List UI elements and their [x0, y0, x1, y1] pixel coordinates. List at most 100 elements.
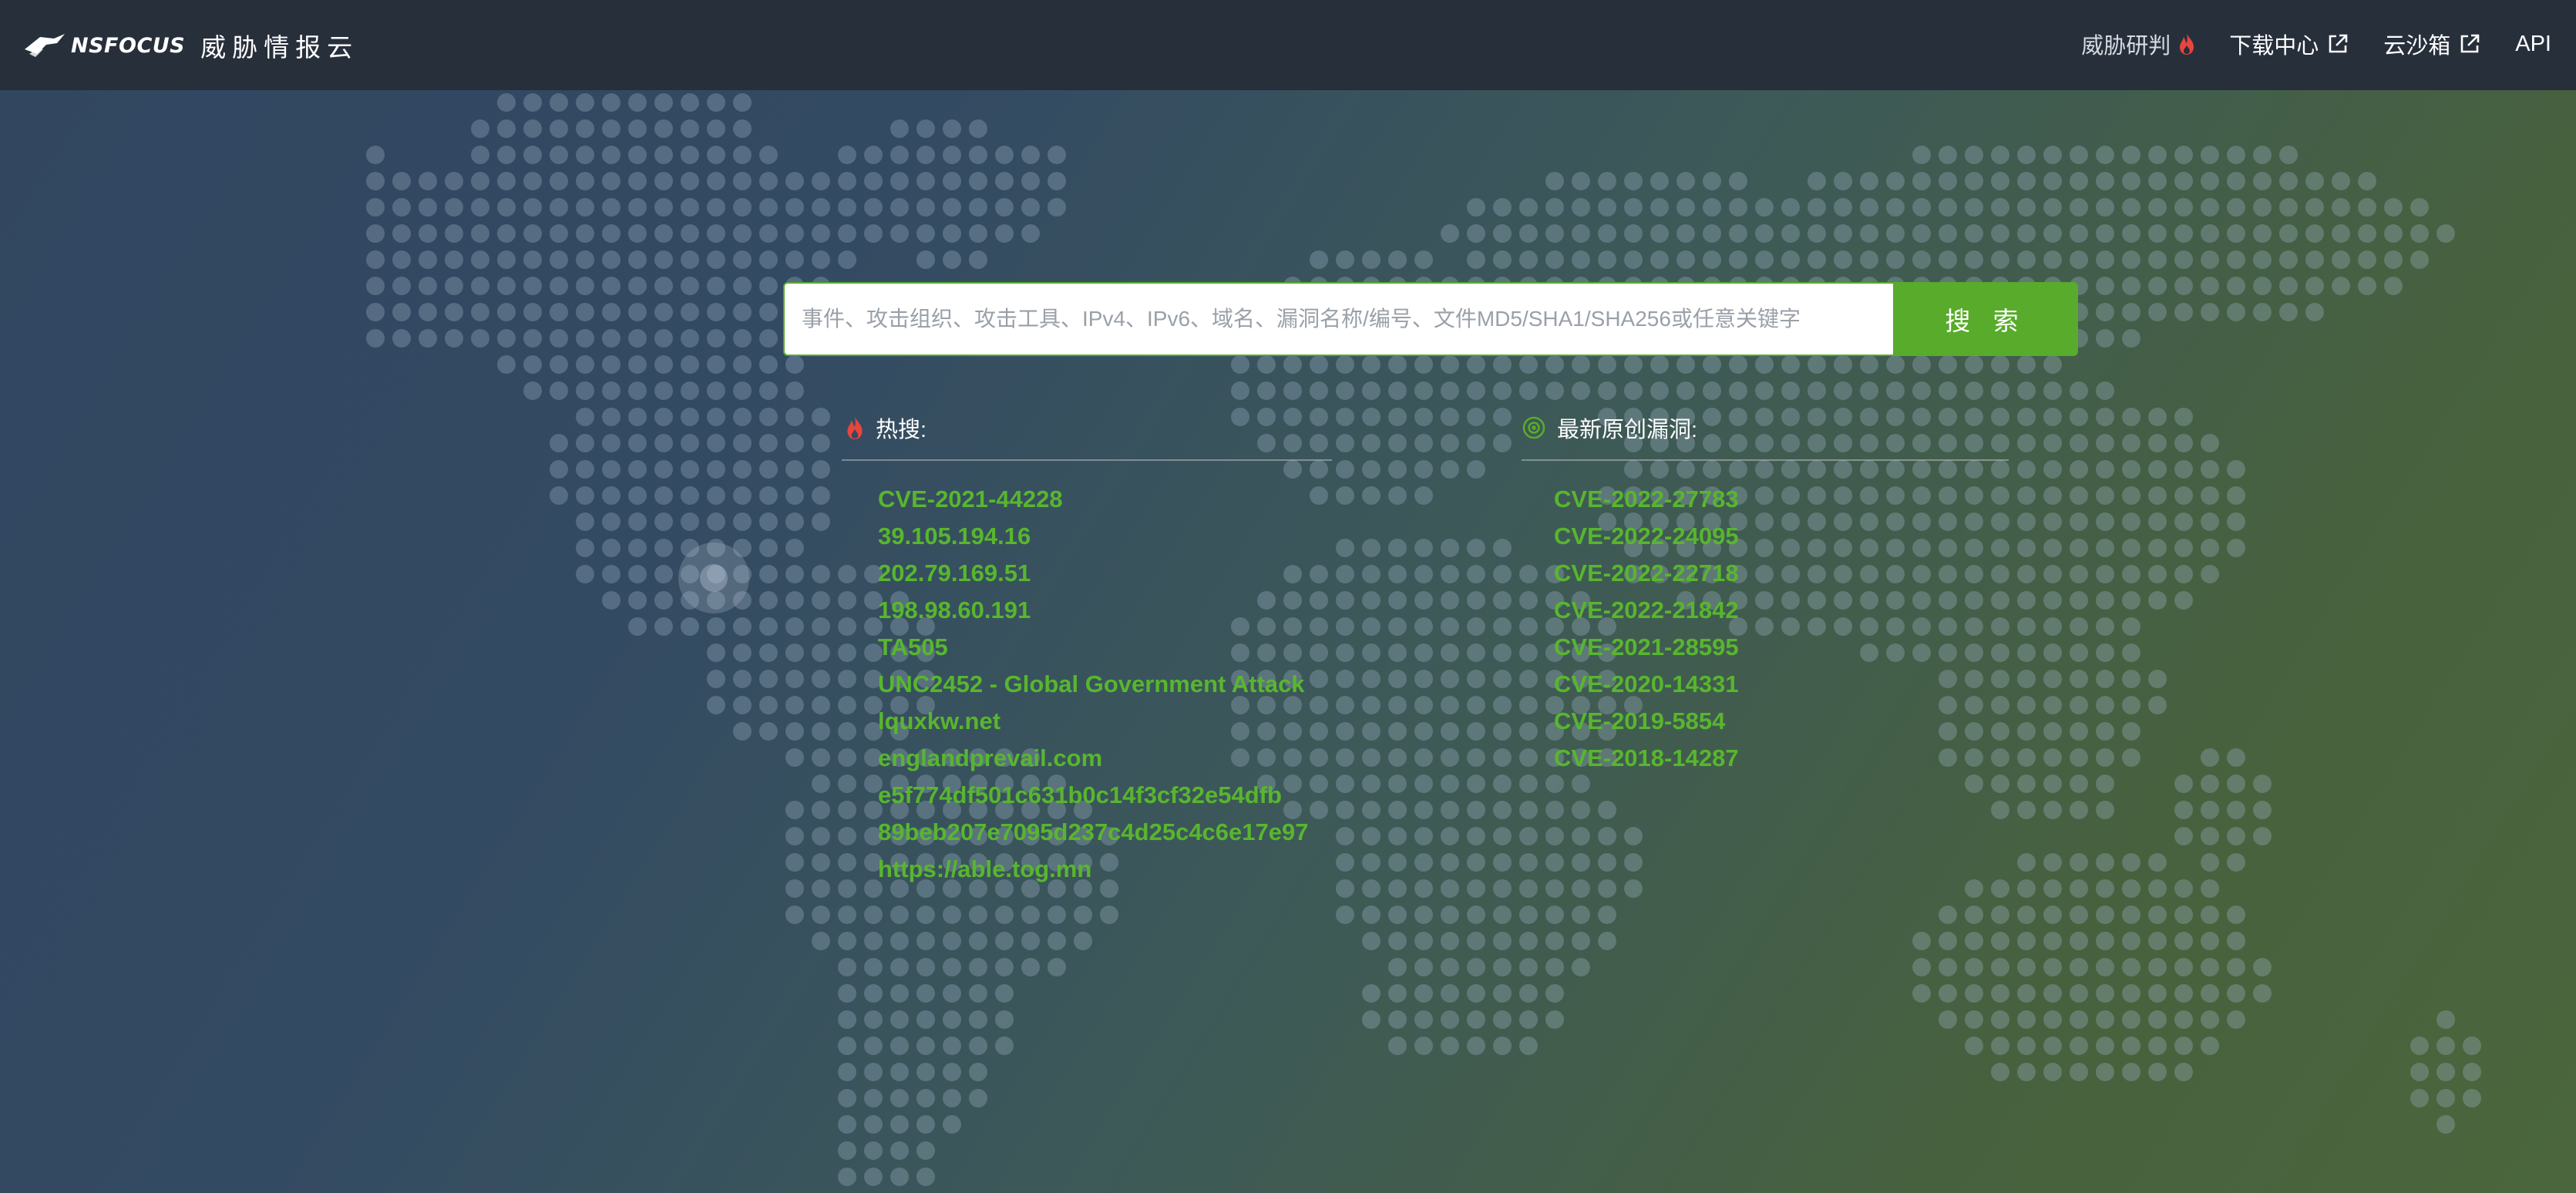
map-dot — [1886, 224, 1905, 243]
map-dot — [1624, 381, 1643, 400]
brand-logo[interactable]: NSFOCUS 威胁情报云 — [23, 29, 358, 62]
hot-search-item[interactable]: lquxkw.net — [878, 703, 1332, 740]
map-dot — [2017, 486, 2036, 505]
map-dot — [1939, 198, 1957, 217]
map-dot — [1388, 460, 1407, 479]
map-dot — [1545, 775, 1564, 793]
map-dot — [1886, 198, 1905, 217]
search-input[interactable] — [783, 282, 1893, 356]
map-dot — [1912, 198, 1931, 217]
map-dot — [1414, 722, 1433, 741]
vulnerability-item[interactable]: CVE-2019-5854 — [1554, 703, 2009, 740]
map-dot — [628, 198, 647, 217]
map-dot — [2043, 1063, 2062, 1081]
vulnerability-item[interactable]: CVE-2022-21842 — [1554, 592, 2009, 629]
map-dot — [576, 408, 594, 426]
map-dot — [1703, 224, 1721, 243]
map-dot — [890, 146, 909, 164]
map-dot — [969, 1037, 987, 1055]
map-dot — [1650, 250, 1669, 269]
map-dot — [1519, 958, 1538, 976]
map-dot — [471, 172, 489, 190]
nav-cloud-sandbox[interactable]: 云沙箱 — [2383, 28, 2481, 60]
map-dot — [1414, 539, 1433, 557]
map-dot — [838, 146, 856, 164]
map-dot — [995, 932, 1014, 950]
map-dot — [2017, 512, 2036, 531]
map-dot — [1598, 906, 1616, 924]
map-dot — [1572, 906, 1590, 924]
map-dot — [1048, 906, 1066, 924]
map-dot — [733, 486, 752, 505]
map-dot — [1336, 460, 1354, 479]
map-dot — [1834, 250, 1852, 269]
map-dot — [1886, 355, 1905, 374]
map-dot — [812, 617, 830, 636]
map-dot — [576, 119, 594, 138]
map-dot — [1939, 146, 1957, 164]
map-dot — [2201, 827, 2219, 845]
map-dot — [2148, 879, 2167, 898]
map-dot — [2122, 277, 2141, 295]
map-dot — [2410, 224, 2429, 243]
map-dot — [1965, 958, 1983, 976]
map-dot — [1545, 381, 1564, 400]
vulnerability-item[interactable]: CVE-2021-28595 — [1554, 629, 2009, 666]
vulnerability-item[interactable]: CVE-2018-14287 — [1554, 740, 2009, 777]
map-dot — [2043, 198, 2062, 217]
map-dot — [1965, 198, 1983, 217]
search-button[interactable]: 搜 索 — [1893, 282, 2078, 356]
hot-search-item[interactable]: TA505 — [878, 629, 1332, 666]
map-dot — [916, 1168, 935, 1186]
map-dot — [1388, 565, 1407, 583]
map-dot — [681, 172, 699, 190]
hot-search-item[interactable]: 198.98.60.191 — [878, 592, 1332, 629]
vulnerability-item[interactable]: CVE-2022-22718 — [1554, 555, 2009, 592]
map-dot — [1283, 355, 1302, 374]
map-dot — [1545, 958, 1564, 976]
map-dot — [916, 119, 935, 138]
hot-search-item[interactable]: 202.79.169.51 — [878, 555, 1332, 592]
map-dot — [785, 748, 804, 767]
map-dot — [943, 958, 961, 976]
vulnerability-item[interactable]: CVE-2022-27783 — [1554, 481, 2009, 518]
hot-search-item[interactable]: englandprevail.com — [878, 740, 1332, 777]
map-dot — [1991, 932, 2009, 950]
hot-search-item[interactable]: https://able.tog.mn — [878, 851, 1332, 888]
map-dot — [602, 93, 620, 112]
hot-search-item[interactable]: 39.105.194.16 — [878, 518, 1332, 555]
map-dot — [2227, 801, 2245, 819]
nav-api[interactable]: API — [2515, 32, 2551, 57]
map-dot — [890, 906, 909, 924]
nav-download-center[interactable]: 下载中心 — [2229, 28, 2349, 60]
vulnerability-item[interactable]: CVE-2022-24095 — [1554, 518, 2009, 555]
hot-search-item[interactable]: CVE-2021-44228 — [878, 481, 1332, 518]
hot-search-item[interactable]: e5f774df501c631b0c14f3cf32e54dfb — [878, 777, 1332, 814]
map-dot — [2305, 172, 2324, 190]
map-dot — [2174, 1037, 2193, 1055]
map-dot — [1493, 670, 1512, 688]
map-dot — [812, 565, 830, 583]
map-dot — [785, 591, 804, 610]
map-dot — [1939, 250, 1957, 269]
vulnerability-item[interactable]: CVE-2020-14331 — [1554, 666, 2009, 703]
map-dot — [1231, 381, 1249, 400]
nav-threat-analysis[interactable]: 威胁研判 — [2081, 28, 2195, 60]
map-dot — [2201, 486, 2219, 505]
map-dot — [2227, 853, 2245, 872]
map-dot — [890, 958, 909, 976]
map-dot — [1257, 355, 1276, 374]
target-icon — [1522, 416, 1545, 439]
map-dot — [2070, 696, 2088, 714]
map-dot — [1414, 696, 1433, 714]
map-dot — [2436, 1115, 2455, 1134]
map-dot — [681, 617, 699, 636]
hot-search-item[interactable]: 89beb207e7095d237c4d25c4c6e17e97 — [878, 814, 1332, 851]
map-dot — [550, 172, 568, 190]
map-dot — [1572, 172, 1590, 190]
map-dot — [1336, 827, 1354, 845]
map-dot — [1991, 224, 2009, 243]
map-dot — [2148, 932, 2167, 950]
map-dot — [654, 617, 673, 636]
hot-search-item[interactable]: UNC2452 - Global Government Attack — [878, 666, 1332, 703]
